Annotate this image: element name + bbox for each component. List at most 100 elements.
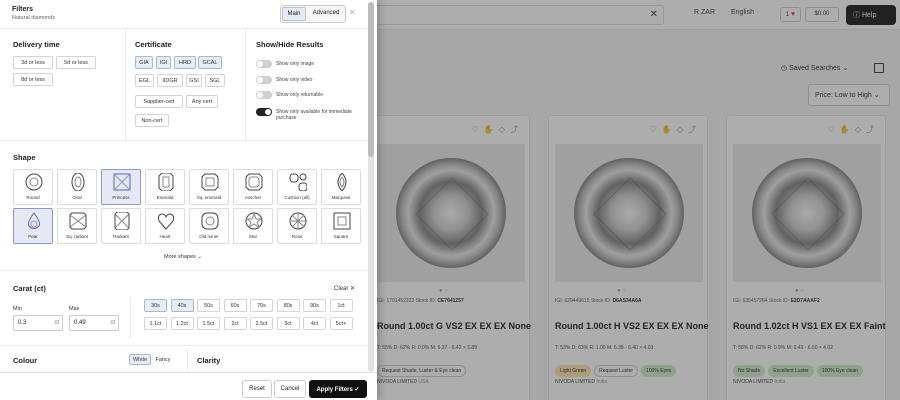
sq-emerald-shape-icon	[201, 173, 219, 191]
shape-label: Emerald	[156, 195, 174, 200]
result-toggle-label: Show only image	[276, 61, 315, 67]
close-icon: ✕	[350, 286, 356, 292]
shape-option-radiant[interactable]: Radiant	[101, 208, 141, 244]
shape-option-star[interactable]: Star	[233, 208, 273, 244]
max-label: Max	[69, 306, 80, 312]
carat-min-input[interactable]: 0.3 ct	[13, 315, 63, 331]
shape-option-cushion-all[interactable]: Cushion (all)	[277, 169, 317, 205]
cert-chip-egl[interactable]: EGL	[135, 74, 154, 87]
radiant-shape-icon	[114, 212, 130, 230]
delivery-5d-chip[interactable]: 5d or less	[56, 56, 96, 69]
cert-chip-gsi[interactable]: GSI	[186, 74, 202, 87]
carat-range-chip[interactable]: 2ct	[223, 317, 247, 330]
colour-white-tab[interactable]: White	[129, 354, 151, 365]
carat-range-chip[interactable]: 4ct	[303, 317, 326, 330]
cert-chip-iidgr[interactable]: IIDGR	[157, 74, 183, 87]
delivery-8d-chip[interactable]: 8d or less	[13, 73, 53, 86]
carat-range-chip[interactable]: 2.5ct	[250, 317, 273, 330]
colour-fancy-tab[interactable]: Fancy	[152, 354, 174, 365]
shape-option-emerald[interactable]: Emerald	[145, 169, 185, 205]
carat-max-input[interactable]: 0.49 ct	[69, 315, 119, 331]
heart-shape-icon	[157, 213, 175, 230]
result-toggle-switch[interactable]	[256, 108, 272, 116]
carat-range-chip[interactable]: 5ct+	[329, 317, 353, 330]
shape-label: Square	[333, 234, 349, 239]
shape-label: Sq. radiant	[66, 234, 88, 239]
round-shape-icon	[25, 173, 43, 191]
cert-chip-any cert[interactable]: Any cert	[186, 95, 218, 108]
tab-advanced[interactable]: Advanced	[308, 7, 344, 21]
shape-option-sq-radiant[interactable]: Sq. radiant	[57, 208, 97, 244]
carat-range-chip[interactable]: 1.5ct	[197, 317, 220, 330]
delivery-3d-chip[interactable]: 3d or less	[13, 56, 53, 69]
divider	[0, 140, 368, 141]
cert-chip-igi[interactable]: IGI	[156, 56, 171, 69]
result-toggle-switch[interactable]	[256, 60, 272, 68]
result-toggle-label: Show only available for immediate purcha…	[276, 109, 352, 121]
more-shapes-button[interactable]: More shapes ⌄	[164, 254, 202, 260]
carat-range-chip[interactable]: 3ct	[276, 317, 300, 330]
filters-footer: Reset Cancel Apply Filters ✓	[0, 372, 377, 400]
shape-option-heart[interactable]: Heart	[145, 208, 185, 244]
shape-label: Heart	[159, 234, 171, 239]
carat-range-chip[interactable]: 40s	[170, 299, 194, 312]
divider	[130, 298, 131, 338]
shape-label: Star	[248, 234, 258, 239]
shape-label: Marquise	[331, 195, 351, 200]
cushion-all-shape-icon	[289, 173, 307, 191]
shape-option-asscher[interactable]: Asscher	[233, 169, 273, 205]
shape-option-rose[interactable]: Rose	[277, 208, 317, 244]
divider	[125, 28, 126, 140]
shape-label: Radiant	[113, 234, 129, 239]
carat-range-chip[interactable]: 1ct	[329, 299, 353, 312]
cert-chip-gcal[interactable]: GCAL	[198, 56, 222, 69]
unit-label: ct	[110, 320, 115, 326]
chevron-down-icon: ⌄	[197, 254, 202, 260]
shape-label: Princess	[112, 195, 130, 200]
carat-range-chip[interactable]: 30s	[144, 299, 167, 312]
shape-option-round[interactable]: Round	[13, 169, 53, 205]
shape-label: Oval	[72, 195, 82, 200]
cert-chip-hrd[interactable]: HRD	[174, 56, 196, 69]
apply-filters-button[interactable]: Apply Filters ✓	[309, 380, 367, 398]
shape-option-square[interactable]: Square	[321, 208, 361, 244]
carat-range-chip[interactable]: 90s	[303, 299, 326, 312]
clear-label: Clear	[334, 286, 349, 292]
square-shape-icon	[333, 212, 351, 230]
scrollbar-thumb[interactable]	[368, 2, 374, 157]
cert-chip-gia[interactable]: GIA	[135, 56, 153, 69]
carat-heading: Carat (ct)	[13, 284, 46, 293]
cert-chip-sgl[interactable]: SGL	[205, 74, 225, 87]
shape-option-sq-emerald[interactable]: Sq. emerald	[189, 169, 229, 205]
shape-option-oval[interactable]: Oval	[57, 169, 97, 205]
filters-subtitle: Natural diamonds	[12, 15, 56, 21]
old-miner-shape-icon	[201, 212, 219, 230]
divider	[187, 348, 188, 372]
carat-range-chip[interactable]: 1.1ct	[144, 317, 167, 330]
shape-option-marquise[interactable]: Marquise	[321, 169, 361, 205]
result-toggle-switch[interactable]	[256, 91, 272, 99]
carat-min-value: 0.3	[18, 320, 27, 326]
reset-button[interactable]: Reset	[242, 380, 272, 398]
panel-scrollbar[interactable]	[368, 2, 374, 372]
cert-chip-non-cert[interactable]: Non-cert	[135, 114, 169, 127]
carat-range-chip[interactable]: 60s	[223, 299, 247, 312]
result-toggle-switch[interactable]	[256, 76, 272, 84]
filters-panel: Filters Natural diamonds Main Advanced ✕…	[0, 0, 377, 400]
carat-range-chip[interactable]: 80s	[276, 299, 300, 312]
shape-option-princess[interactable]: Princess	[101, 169, 141, 205]
cancel-button[interactable]: Cancel	[274, 380, 306, 398]
clear-carat-button[interactable]: Clear ✕	[334, 285, 355, 292]
carat-max-value: 0.49	[74, 320, 86, 326]
divider	[245, 28, 246, 140]
shape-option-pear[interactable]: Pear	[13, 208, 53, 244]
cert-chip-supplier-cert[interactable]: Supplier-cert	[135, 95, 183, 108]
clarity-heading: Clarity	[197, 356, 221, 365]
apply-label: Apply Filters	[316, 387, 353, 393]
shape-option-old-miner[interactable]: Old miner	[189, 208, 229, 244]
carat-range-chip[interactable]: 50s	[197, 299, 220, 312]
close-icon[interactable]: ✕	[349, 8, 356, 17]
carat-range-chip[interactable]: 1.2ct	[170, 317, 194, 330]
tab-main[interactable]: Main	[282, 7, 306, 21]
carat-range-chip[interactable]: 70s	[250, 299, 273, 312]
